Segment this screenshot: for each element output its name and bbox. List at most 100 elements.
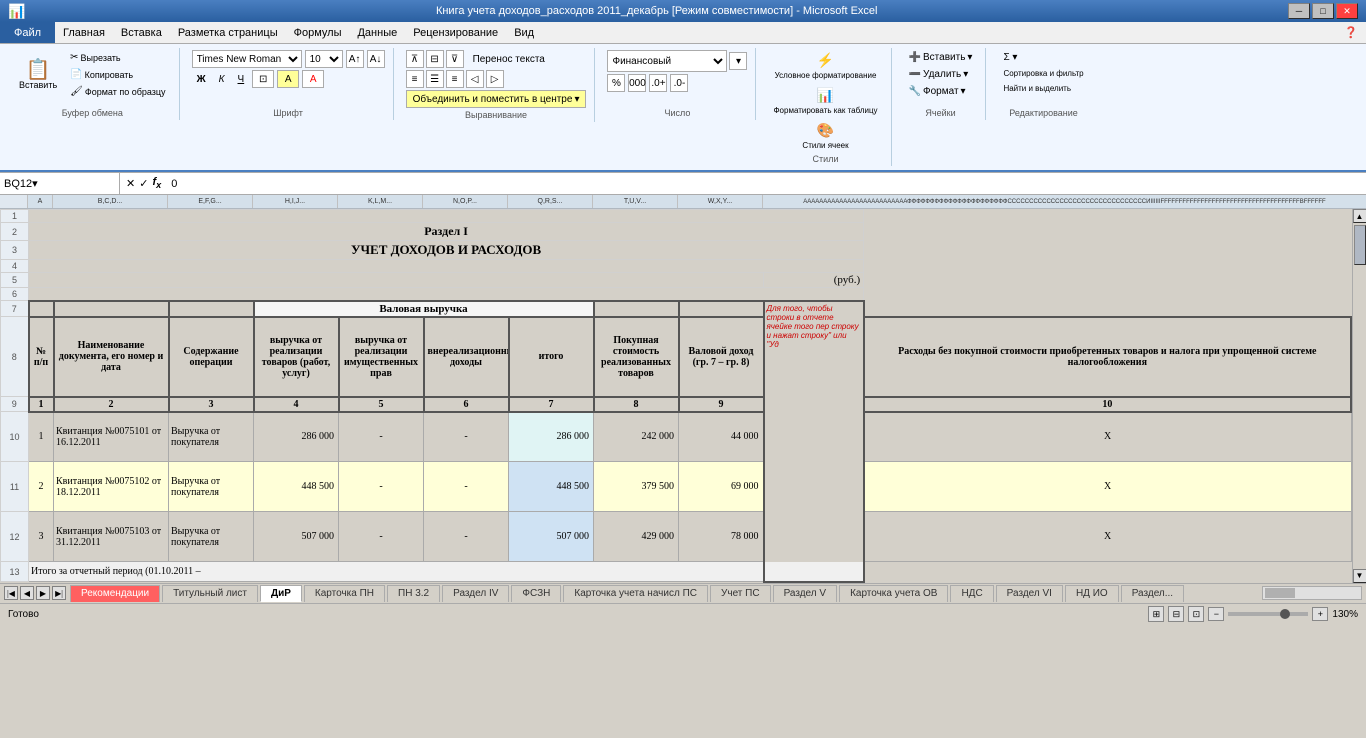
cut-button[interactable]: ✂ Вырезать	[65, 50, 170, 65]
sort-filter-button[interactable]: Сортировка и фильтр	[998, 67, 1088, 80]
data-row1-col8[interactable]: 242 000	[594, 412, 679, 462]
data-row1-num[interactable]: 1	[29, 412, 54, 462]
insert-cells-button[interactable]: ➕ Вставить ▾	[904, 50, 978, 65]
tab-nav-last[interactable]: ▶|	[52, 586, 66, 600]
font-color-button[interactable]: А	[302, 70, 324, 88]
data-row3-col9[interactable]: 78 000	[679, 512, 764, 562]
data-row2-col4[interactable]: 448 500	[254, 462, 339, 512]
align-left-button[interactable]: ≡	[406, 70, 424, 88]
sheet-tab-fszn[interactable]: ФСЗН	[511, 585, 561, 602]
percent-button[interactable]: %	[607, 74, 625, 92]
align-top-button[interactable]: ⊼	[406, 50, 424, 68]
formula-input[interactable]	[167, 178, 1366, 190]
wrap-text-button[interactable]: Перенос текста	[466, 50, 552, 68]
format-table-button[interactable]: 📊 Форматировать как таблицу	[768, 85, 882, 117]
delete-cells-button[interactable]: ➖ Удалить ▾	[904, 67, 978, 82]
data-row3-doc[interactable]: Квитанция №0075103 от 31.12.2011	[54, 512, 169, 562]
menu-item-formulas[interactable]: Формулы	[286, 22, 350, 43]
menu-item-review[interactable]: Рецензирование	[405, 22, 506, 43]
align-right-button[interactable]: ≡	[446, 70, 464, 88]
horizontal-scrollbar[interactable]	[1262, 586, 1362, 600]
data-row3-col7[interactable]: 507 000	[509, 512, 594, 562]
menu-item-layout[interactable]: Разметка страницы	[170, 22, 286, 43]
tab-nav-prev[interactable]: ◀	[20, 586, 34, 600]
sheet-tab-recommendations[interactable]: Рекомендации	[70, 585, 160, 602]
indent-increase-button[interactable]: ▷	[486, 70, 504, 88]
indent-decrease-button[interactable]: ◁	[466, 70, 484, 88]
data-row3-num[interactable]: 3	[29, 512, 54, 562]
cell-styles-button[interactable]: 🎨 Стили ячеек	[797, 120, 853, 152]
align-bottom-button[interactable]: ⊽	[446, 50, 464, 68]
sheet-tab-ov-card[interactable]: Карточка учета ОВ	[839, 585, 948, 602]
data-row2-doc[interactable]: Квитанция №0075102 от 18.12.2011	[54, 462, 169, 512]
number-format-dropdown[interactable]: ▾	[729, 52, 747, 70]
menu-item-view[interactable]: Вид	[506, 22, 542, 43]
data-row2-col7[interactable]: 448 500	[509, 462, 594, 512]
data-row3-col4[interactable]: 507 000	[254, 512, 339, 562]
help-icon[interactable]: ❓	[1336, 22, 1366, 43]
maximize-button[interactable]: □	[1312, 3, 1334, 19]
data-row1-col10[interactable]: X	[864, 412, 1351, 462]
sheet-tab-ndio[interactable]: НД ИО	[1065, 585, 1119, 602]
align-center-button[interactable]: ☰	[426, 70, 444, 88]
zoom-slider[interactable]	[1228, 612, 1308, 616]
data-row3-op[interactable]: Выручка от покупателя	[169, 512, 254, 562]
find-select-button[interactable]: Найти и выделить	[998, 82, 1088, 95]
data-row1-col7[interactable]: 286 000	[509, 412, 594, 462]
data-row3-col8[interactable]: 429 000	[594, 512, 679, 562]
fill-color-button[interactable]: А	[277, 70, 299, 88]
data-row2-num[interactable]: 2	[29, 462, 54, 512]
sheet-tab-section5[interactable]: Раздел V	[773, 585, 838, 602]
conditional-format-button[interactable]: ⚡ Условное форматирование	[770, 50, 882, 82]
bold-button[interactable]: Ж	[192, 70, 211, 88]
menu-item-home[interactable]: Главная	[55, 22, 113, 43]
sheet-tab-pn-card[interactable]: Карточка ПН	[304, 585, 385, 602]
autosum-button[interactable]: Σ ▾	[998, 50, 1088, 65]
scroll-thumb[interactable]	[1354, 225, 1366, 265]
data-row2-col9[interactable]: 69 000	[679, 462, 764, 512]
name-box[interactable]: BQ12 ▾	[0, 173, 120, 194]
increase-font-button[interactable]: A↑	[346, 50, 364, 68]
sheet-tab-title[interactable]: Титульный лист	[162, 585, 258, 602]
formula-cancel-icon[interactable]: ✕	[126, 177, 135, 190]
data-row3-col6[interactable]: -	[424, 512, 509, 562]
data-row2-col10[interactable]: X	[864, 462, 1351, 512]
data-row1-doc[interactable]: Квитанция №0075101 от 16.12.2011	[54, 412, 169, 462]
data-row2-col8[interactable]: 379 500	[594, 462, 679, 512]
underline-button[interactable]: Ч	[233, 70, 250, 88]
sheet-tab-ps[interactable]: Учет ПС	[710, 585, 771, 602]
zoom-level[interactable]: 130%	[1332, 609, 1358, 620]
view-page-button[interactable]: ⊡	[1188, 606, 1204, 622]
paste-button[interactable]: 📋 Вставить	[14, 57, 62, 93]
data-row3-col5[interactable]: -	[339, 512, 424, 562]
close-button[interactable]: ✕	[1336, 3, 1358, 19]
sheet-tab-dir[interactable]: ДиР	[260, 585, 302, 602]
scroll-up-button[interactable]: ▲	[1353, 209, 1366, 223]
sheet-tab-section4[interactable]: Раздел IV	[442, 585, 509, 602]
merge-center-button[interactable]: Объединить и поместить в центре ▾	[406, 90, 587, 108]
view-normal-button[interactable]: ⊞	[1148, 606, 1164, 622]
sheet-tab-nds[interactable]: НДС	[950, 585, 993, 602]
decimal-increase-button[interactable]: .0+	[649, 74, 667, 92]
sheet-tab-section[interactable]: Раздел...	[1121, 585, 1184, 602]
view-layout-button[interactable]: ⊟	[1168, 606, 1184, 622]
data-row2-op[interactable]: Выручка от покупателя	[169, 462, 254, 512]
data-row1-col6[interactable]: -	[424, 412, 509, 462]
vertical-scrollbar[interactable]: ▲ ▼	[1352, 209, 1366, 583]
decrease-font-button[interactable]: A↓	[367, 50, 385, 68]
tab-nav-first[interactable]: |◀	[4, 586, 18, 600]
decimal-decrease-button[interactable]: .0-	[670, 74, 688, 92]
menu-item-data[interactable]: Данные	[349, 22, 405, 43]
data-row2-col6[interactable]: -	[424, 462, 509, 512]
data-row1-col4[interactable]: 286 000	[254, 412, 339, 462]
formula-confirm-icon[interactable]: ✓	[139, 177, 148, 190]
format-painter-button[interactable]: 🖌 Формат по образцу	[65, 84, 170, 99]
sheet-tab-pn32[interactable]: ПН 3.2	[387, 585, 440, 602]
number-format-select[interactable]: Финансовый	[607, 50, 727, 72]
data-row2-col5[interactable]: -	[339, 462, 424, 512]
format-cells-button[interactable]: 🔧 Формат ▾	[904, 84, 978, 99]
font-size-select[interactable]: 10	[305, 50, 343, 68]
zoom-out-button[interactable]: −	[1208, 607, 1224, 621]
zoom-in-button[interactable]: +	[1312, 607, 1328, 621]
tab-nav-next[interactable]: ▶	[36, 586, 50, 600]
